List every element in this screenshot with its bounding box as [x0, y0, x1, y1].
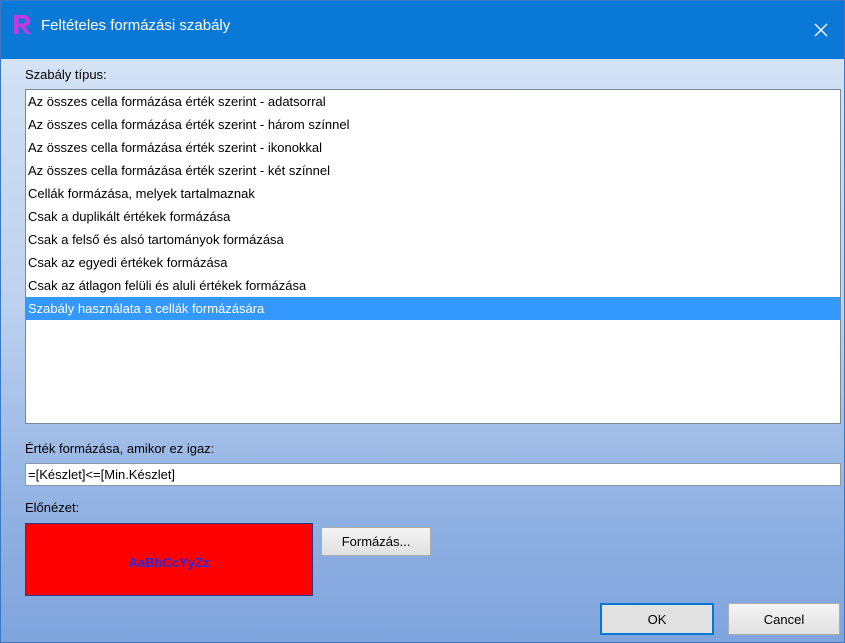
list-item[interactable]: Csak a duplikált értékek formázása — [26, 205, 840, 228]
format-preview: AaBbCcYyZz — [25, 523, 313, 596]
list-item[interactable]: Az összes cella formázása érték szerint … — [26, 159, 840, 182]
condition-formula-input[interactable] — [25, 463, 841, 486]
list-item-selected[interactable]: Szabály használata a cellák formázására — [26, 297, 840, 320]
rule-type-list[interactable]: Az összes cella formázása érték szerint … — [25, 89, 841, 424]
list-item[interactable]: Csak a felső és alsó tartományok formázá… — [26, 228, 840, 251]
list-item[interactable]: Csak az átlagon felüli és aluli értékek … — [26, 274, 840, 297]
close-icon — [814, 23, 828, 37]
cancel-button[interactable]: Cancel — [728, 603, 840, 635]
close-button[interactable] — [798, 1, 844, 59]
list-item[interactable]: Az összes cella formázása érték szerint … — [26, 136, 840, 159]
app-logo-icon — [11, 13, 33, 35]
preview-sample-text: AaBbCcYyZz — [128, 555, 210, 570]
format-button[interactable]: Formázás... — [321, 527, 431, 556]
title-bar[interactable]: Feltételes formázási szabály — [1, 1, 844, 59]
ok-button[interactable]: OK — [600, 603, 714, 635]
condition-label: Érték formázása, amikor ez igaz: — [25, 441, 215, 456]
list-item[interactable]: Az összes cella formázása érték szerint … — [26, 90, 840, 113]
list-item[interactable]: Csak az egyedi értékek formázása — [26, 251, 840, 274]
list-item[interactable]: Az összes cella formázása érték szerint … — [26, 113, 840, 136]
list-item[interactable]: Cellák formázása, melyek tartalmaznak — [26, 182, 840, 205]
dialog-window: Feltételes formázási szabály Szabály típ… — [0, 0, 845, 643]
window-title: Feltételes formázási szabály — [41, 17, 231, 34]
preview-label: Előnézet: — [25, 500, 80, 515]
rule-type-label: Szabály típus: — [25, 67, 107, 82]
